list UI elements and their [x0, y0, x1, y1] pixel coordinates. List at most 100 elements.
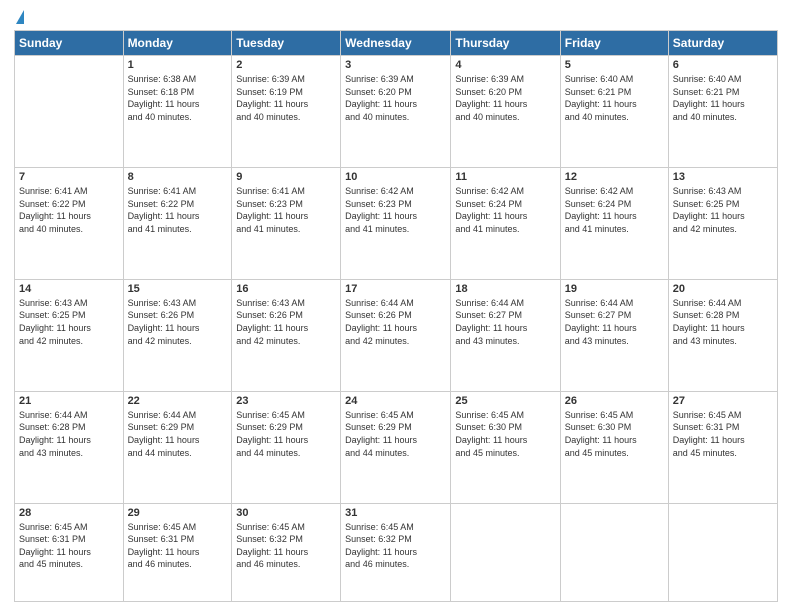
day-info: Sunrise: 6:39 AMSunset: 6:19 PMDaylight:…	[236, 73, 336, 123]
weekday-header-saturday: Saturday	[668, 31, 777, 56]
calendar-cell: 16 Sunrise: 6:43 AMSunset: 6:26 PMDayligh…	[232, 279, 341, 391]
day-number: 9	[236, 171, 336, 183]
calendar-cell: 17 Sunrise: 6:44 AMSunset: 6:26 PMDayligh…	[341, 279, 451, 391]
day-info: Sunrise: 6:43 AMSunset: 6:26 PMDaylight:…	[128, 297, 228, 347]
day-info: Sunrise: 6:41 AMSunset: 6:23 PMDaylight:…	[236, 185, 336, 235]
logo	[14, 10, 24, 24]
day-info: Sunrise: 6:41 AMSunset: 6:22 PMDaylight:…	[19, 185, 119, 235]
week-row-5: 28Sunrise: 6:45 AMSunset: 6:31 PMDayligh…	[15, 503, 778, 601]
calendar-cell: 3 Sunrise: 6:39 AMSunset: 6:20 PMDaylight…	[341, 56, 451, 168]
day-info: Sunrise: 6:45 AMSunset: 6:31 PMDaylight:…	[19, 521, 119, 571]
day-number: 26	[565, 395, 664, 407]
day-number: 15	[128, 283, 228, 295]
calendar-cell: 13 Sunrise: 6:43 AMSunset: 6:25 PMDayligh…	[668, 167, 777, 279]
day-info: Sunrise: 6:43 AMSunset: 6:25 PMDaylight:…	[673, 185, 773, 235]
day-number: 14	[19, 283, 119, 295]
calendar-cell: 21 Sunrise: 6:44 AMSunset: 6:28 PMDayligh…	[15, 391, 124, 503]
day-info: Sunrise: 6:45 AMSunset: 6:29 PMDaylight:…	[236, 409, 336, 459]
calendar-cell: 5Sunrise: 6:40 AMSunset: 6:21 PMDaylight…	[560, 56, 668, 168]
calendar-cell: 22 Sunrise: 6:44 AMSunset: 6:29 PMDayligh…	[123, 391, 232, 503]
day-number: 24	[345, 395, 446, 407]
day-number: 23	[236, 395, 336, 407]
weekday-header-wednesday: Wednesday	[341, 31, 451, 56]
day-number: 29	[128, 507, 228, 519]
day-number: 13	[673, 171, 773, 183]
calendar-cell	[560, 503, 668, 601]
calendar-cell: 18 Sunrise: 6:44 AMSunset: 6:27 PMDayligh…	[451, 279, 560, 391]
calendar-cell: 31 Sunrise: 6:45 AMSunset: 6:32 PMDayligh…	[341, 503, 451, 601]
calendar-cell: 25 Sunrise: 6:45 AMSunset: 6:30 PMDayligh…	[451, 391, 560, 503]
calendar-cell: 12 Sunrise: 6:42 AMSunset: 6:24 PMDayligh…	[560, 167, 668, 279]
calendar-cell: 14 Sunrise: 6:43 AMSunset: 6:25 PMDayligh…	[15, 279, 124, 391]
calendar-cell: 2 Sunrise: 6:39 AMSunset: 6:19 PMDaylight…	[232, 56, 341, 168]
day-number: 19	[565, 283, 664, 295]
day-info: Sunrise: 6:44 AMSunset: 6:27 PMDaylight:…	[565, 297, 664, 347]
day-info: Sunrise: 6:40 AMSunset: 6:21 PMDaylight:…	[565, 73, 664, 123]
day-info: Sunrise: 6:39 AMSunset: 6:20 PMDaylight:…	[345, 73, 446, 123]
week-row-4: 21 Sunrise: 6:44 AMSunset: 6:28 PMDayligh…	[15, 391, 778, 503]
day-number: 12	[565, 171, 664, 183]
day-info: Sunrise: 6:45 AMSunset: 6:30 PMDaylight:…	[455, 409, 555, 459]
calendar-cell	[668, 503, 777, 601]
day-info: Sunrise: 6:43 AMSunset: 6:26 PMDaylight:…	[236, 297, 336, 347]
calendar-cell: 15 Sunrise: 6:43 AMSunset: 6:26 PMDayligh…	[123, 279, 232, 391]
day-number: 17	[345, 283, 446, 295]
day-number: 16	[236, 283, 336, 295]
calendar-table: SundayMondayTuesdayWednesdayThursdayFrid…	[14, 30, 778, 602]
day-info: Sunrise: 6:44 AMSunset: 6:26 PMDaylight:…	[345, 297, 446, 347]
day-info: Sunrise: 6:44 AMSunset: 6:28 PMDaylight:…	[19, 409, 119, 459]
calendar-cell: 27Sunrise: 6:45 AMSunset: 6:31 PMDayligh…	[668, 391, 777, 503]
day-info: Sunrise: 6:42 AMSunset: 6:23 PMDaylight:…	[345, 185, 446, 235]
day-info: Sunrise: 6:44 AMSunset: 6:29 PMDaylight:…	[128, 409, 228, 459]
day-number: 31	[345, 507, 446, 519]
calendar-cell: 20 Sunrise: 6:44 AMSunset: 6:28 PMDayligh…	[668, 279, 777, 391]
day-info: Sunrise: 6:42 AMSunset: 6:24 PMDaylight:…	[455, 185, 555, 235]
day-number: 11	[455, 171, 555, 183]
day-number: 1	[128, 59, 228, 71]
day-info: Sunrise: 6:38 AMSunset: 6:18 PMDaylight:…	[128, 73, 228, 123]
calendar-cell	[451, 503, 560, 601]
day-info: Sunrise: 6:42 AMSunset: 6:24 PMDaylight:…	[565, 185, 664, 235]
day-number: 20	[673, 283, 773, 295]
calendar-cell: 9 Sunrise: 6:41 AMSunset: 6:23 PMDaylight…	[232, 167, 341, 279]
day-number: 30	[236, 507, 336, 519]
day-number: 18	[455, 283, 555, 295]
day-info: Sunrise: 6:45 AMSunset: 6:31 PMDaylight:…	[673, 409, 773, 459]
day-number: 6	[673, 59, 773, 71]
calendar-cell: 24 Sunrise: 6:45 AMSunset: 6:29 PMDayligh…	[341, 391, 451, 503]
weekday-header-row: SundayMondayTuesdayWednesdayThursdayFrid…	[15, 31, 778, 56]
day-info: Sunrise: 6:43 AMSunset: 6:25 PMDaylight:…	[19, 297, 119, 347]
calendar-cell: 28Sunrise: 6:45 AMSunset: 6:31 PMDayligh…	[15, 503, 124, 601]
day-number: 8	[128, 171, 228, 183]
day-info: Sunrise: 6:45 AMSunset: 6:30 PMDaylight:…	[565, 409, 664, 459]
calendar-cell: 26 Sunrise: 6:45 AMSunset: 6:30 PMDayligh…	[560, 391, 668, 503]
calendar-cell: 10 Sunrise: 6:42 AMSunset: 6:23 PMDayligh…	[341, 167, 451, 279]
day-number: 22	[128, 395, 228, 407]
day-number: 2	[236, 59, 336, 71]
calendar-cell: 6 Sunrise: 6:40 AMSunset: 6:21 PMDaylight…	[668, 56, 777, 168]
day-info: Sunrise: 6:45 AMSunset: 6:29 PMDaylight:…	[345, 409, 446, 459]
day-number: 3	[345, 59, 446, 71]
header	[14, 10, 778, 24]
day-info: Sunrise: 6:45 AMSunset: 6:32 PMDaylight:…	[345, 521, 446, 571]
calendar-cell: 11 Sunrise: 6:42 AMSunset: 6:24 PMDayligh…	[451, 167, 560, 279]
day-info: Sunrise: 6:45 AMSunset: 6:31 PMDaylight:…	[128, 521, 228, 571]
day-info: Sunrise: 6:40 AMSunset: 6:21 PMDaylight:…	[673, 73, 773, 123]
calendar-cell: 30 Sunrise: 6:45 AMSunset: 6:32 PMDayligh…	[232, 503, 341, 601]
weekday-header-tuesday: Tuesday	[232, 31, 341, 56]
week-row-3: 14 Sunrise: 6:43 AMSunset: 6:25 PMDayligh…	[15, 279, 778, 391]
weekday-header-thursday: Thursday	[451, 31, 560, 56]
day-number: 21	[19, 395, 119, 407]
calendar-cell: 8 Sunrise: 6:41 AMSunset: 6:22 PMDaylight…	[123, 167, 232, 279]
day-number: 25	[455, 395, 555, 407]
calendar-page: SundayMondayTuesdayWednesdayThursdayFrid…	[0, 0, 792, 612]
day-info: Sunrise: 6:45 AMSunset: 6:32 PMDaylight:…	[236, 521, 336, 571]
day-info: Sunrise: 6:44 AMSunset: 6:28 PMDaylight:…	[673, 297, 773, 347]
weekday-header-friday: Friday	[560, 31, 668, 56]
day-number: 10	[345, 171, 446, 183]
day-info: Sunrise: 6:44 AMSunset: 6:27 PMDaylight:…	[455, 297, 555, 347]
day-info: Sunrise: 6:41 AMSunset: 6:22 PMDaylight:…	[128, 185, 228, 235]
logo-triangle-icon	[16, 10, 24, 24]
calendar-cell: 1 Sunrise: 6:38 AMSunset: 6:18 PMDaylight…	[123, 56, 232, 168]
weekday-header-monday: Monday	[123, 31, 232, 56]
